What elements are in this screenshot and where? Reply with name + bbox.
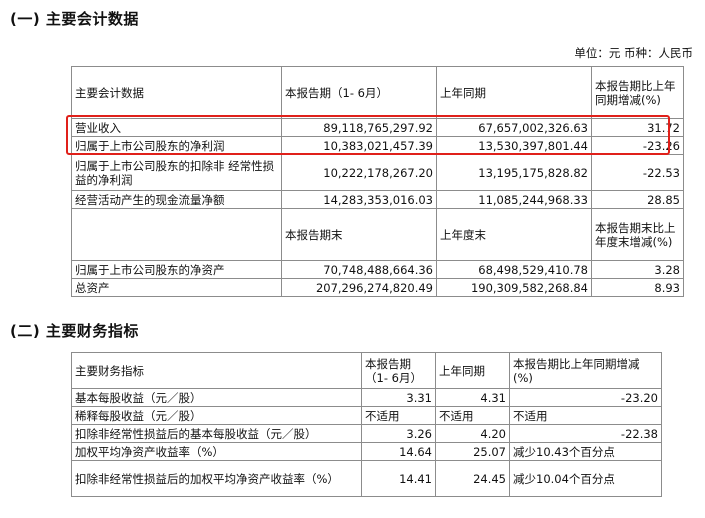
value-cell: 3.31 [361, 388, 436, 407]
row-label: 扣除非经常性损益后的基本每股收益（元／股） [71, 424, 362, 443]
value-cell: 70,748,488,664.36 [281, 260, 437, 279]
value-cell: 4.20 [435, 424, 510, 443]
value-cell: 24.45 [435, 460, 510, 497]
header-cell [71, 208, 282, 261]
unit-currency-line: 单位：元 币种：人民币 [574, 46, 693, 60]
table-row: 加权平均净资产收益率（%） 14.64 25.07 减少10.43个百分点 [71, 442, 662, 461]
value-cell: 14.64 [361, 442, 436, 461]
table-row: 归属于上市公司股东的净利润 10,383,021,457.39 13,530,3… [71, 136, 684, 155]
table-row: 稀释每股收益（元／股） 不适用 不适用 不适用 [71, 406, 662, 425]
header-cell: 本报告期比上年同期增减(%) [509, 352, 662, 389]
value-cell: 67,657,002,326.63 [436, 118, 592, 137]
row-label: 归属于上市公司股东的净利润 [71, 136, 282, 155]
table-row: 扣除非经常性损益后的加权平均净资产收益率（%） 14.41 24.45 减少10… [71, 460, 662, 497]
value-cell: 14,283,353,016.03 [281, 190, 437, 209]
value-cell: 3.28 [591, 260, 684, 279]
value-cell: 31.72 [591, 118, 684, 137]
value-cell: 3.26 [361, 424, 436, 443]
value-cell: 减少10.43个百分点 [509, 442, 662, 461]
table-header-row: 主要会计数据 本报告期（1- 6月） 上年同期 本报告期比上年同期增减(%) [71, 66, 684, 119]
value-cell: 不适用 [435, 406, 510, 425]
table-row: 归属于上市公司股东的净资产 70,748,488,664.36 68,498,5… [71, 260, 684, 279]
section-title-accounting-data: (一) 主要会计数据 [10, 10, 139, 28]
value-cell: 89,118,765,297.92 [281, 118, 437, 137]
header-cell: 本报告期（1- 6月） [361, 352, 436, 389]
value-cell: 不适用 [509, 406, 662, 425]
row-label: 归属于上市公司股东的扣除非 经常性损益的净利润 [71, 154, 282, 191]
table-row: 基本每股收益（元／股） 3.31 4.31 -23.20 [71, 388, 662, 407]
header-cell: 上年度末 [436, 208, 592, 261]
row-label: 稀释每股收益（元／股） [71, 406, 362, 425]
table-subheader-row: 本报告期末 上年度末 本报告期末比上年度末增减(%) [71, 208, 684, 261]
table-row: 经营活动产生的现金流量净额 14,283,353,016.03 11,085,2… [71, 190, 684, 209]
row-label: 经营活动产生的现金流量净额 [71, 190, 282, 209]
value-cell: -23.26 [591, 136, 684, 155]
header-cell: 上年同期 [436, 66, 592, 119]
header-cell: 本报告期末 [281, 208, 437, 261]
row-label: 归属于上市公司股东的净资产 [71, 260, 282, 279]
header-cell: 上年同期 [435, 352, 510, 389]
header-cell: 主要会计数据 [71, 66, 282, 119]
row-label: 总资产 [71, 278, 282, 297]
row-label: 营业收入 [71, 118, 282, 137]
header-cell: 本报告期比上年同期增减(%) [591, 66, 684, 119]
row-label: 加权平均净资产收益率（%） [71, 442, 362, 461]
header-cell: 本报告期（1- 6月） [281, 66, 437, 119]
value-cell: -22.53 [591, 154, 684, 191]
header-cell: 本报告期末比上年度末增减(%) [591, 208, 684, 261]
value-cell: 不适用 [361, 406, 436, 425]
table-row: 总资产 207,296,274,820.49 190,309,582,268.8… [71, 278, 684, 297]
value-cell: 190,309,582,268.84 [436, 278, 592, 297]
financial-indicators-table: 主要财务指标 本报告期（1- 6月） 上年同期 本报告期比上年同期增减(%) 基… [71, 352, 662, 497]
row-label: 基本每股收益（元／股） [71, 388, 362, 407]
value-cell: -22.38 [509, 424, 662, 443]
table-row: 营业收入 89,118,765,297.92 67,657,002,326.63… [71, 118, 684, 137]
value-cell: 13,195,175,828.82 [436, 154, 592, 191]
value-cell: 8.93 [591, 278, 684, 297]
table-row: 归属于上市公司股东的扣除非 经常性损益的净利润 10,222,178,267.2… [71, 154, 684, 191]
value-cell: 4.31 [435, 388, 510, 407]
value-cell: 10,222,178,267.20 [281, 154, 437, 191]
row-label: 扣除非经常性损益后的加权平均净资产收益率（%） [71, 460, 362, 497]
value-cell: 28.85 [591, 190, 684, 209]
value-cell: 68,498,529,410.78 [436, 260, 592, 279]
value-cell: 25.07 [435, 442, 510, 461]
value-cell: 10,383,021,457.39 [281, 136, 437, 155]
value-cell: 207,296,274,820.49 [281, 278, 437, 297]
accounting-data-table: 主要会计数据 本报告期（1- 6月） 上年同期 本报告期比上年同期增减(%) 营… [71, 66, 684, 297]
value-cell: 13,530,397,801.44 [436, 136, 592, 155]
value-cell: 减少10.04个百分点 [509, 460, 662, 497]
header-cell: 主要财务指标 [71, 352, 362, 389]
table-row: 扣除非经常性损益后的基本每股收益（元／股） 3.26 4.20 -22.38 [71, 424, 662, 443]
value-cell: 11,085,244,968.33 [436, 190, 592, 209]
table-header-row: 主要财务指标 本报告期（1- 6月） 上年同期 本报告期比上年同期增减(%) [71, 352, 662, 389]
section-title-financial-indicators: (二) 主要财务指标 [10, 322, 139, 340]
value-cell: 14.41 [361, 460, 436, 497]
value-cell: -23.20 [509, 388, 662, 407]
